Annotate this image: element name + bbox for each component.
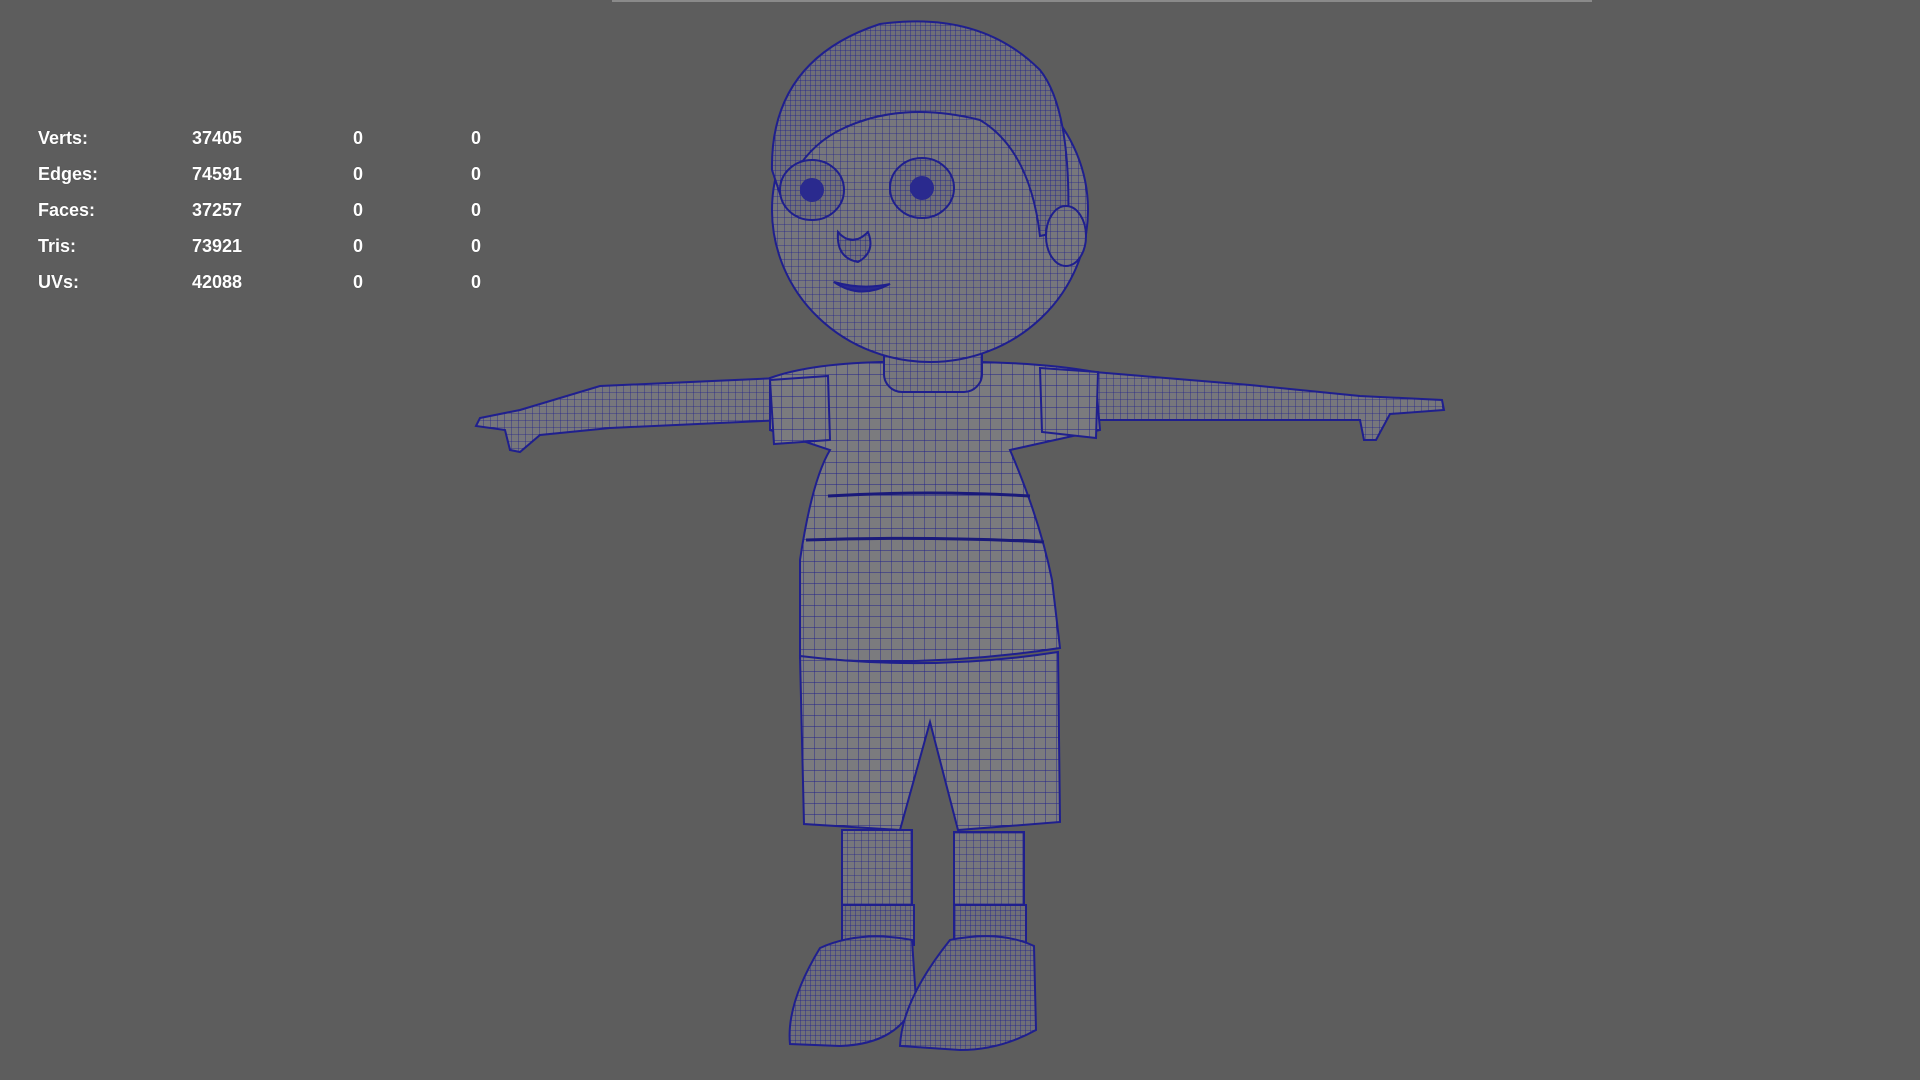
left-sleeve bbox=[768, 374, 832, 446]
3d-viewport[interactable]: Verts: 37405 0 0 Edges: 74591 0 0 Faces:… bbox=[0, 0, 1920, 1080]
shorts bbox=[798, 650, 1062, 832]
right-arm bbox=[1068, 368, 1446, 441]
ear bbox=[1045, 205, 1087, 267]
right-shoe bbox=[898, 935, 1038, 1052]
right-sleeve bbox=[1038, 366, 1100, 440]
character-wireframe-model[interactable] bbox=[0, 0, 1920, 1080]
left-arm bbox=[474, 376, 787, 454]
left-shoe bbox=[788, 935, 918, 1048]
